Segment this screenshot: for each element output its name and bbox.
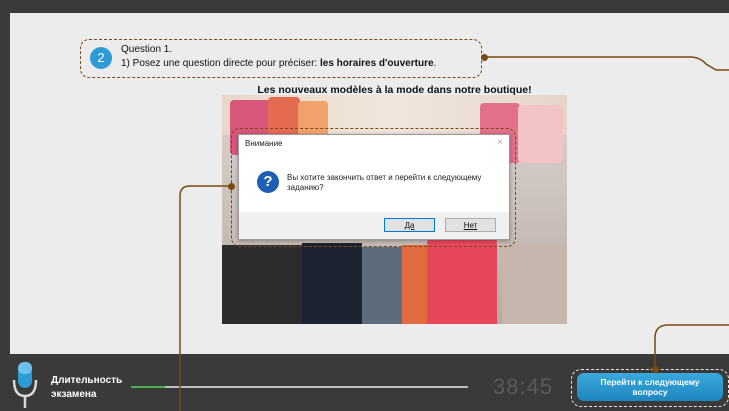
- dialog-callout-anchor: [228, 183, 235, 190]
- question-callout-line: [484, 56, 729, 71]
- question-callout-anchor: [481, 54, 488, 61]
- button-callout-line: [654, 324, 729, 369]
- exam-window: 2 Question 1. 1) Posez une question dire…: [0, 0, 729, 411]
- dialog-callout-line: [179, 185, 231, 411]
- button-callout-anchor: [652, 366, 659, 373]
- annotation-lines: [179, 56, 729, 411]
